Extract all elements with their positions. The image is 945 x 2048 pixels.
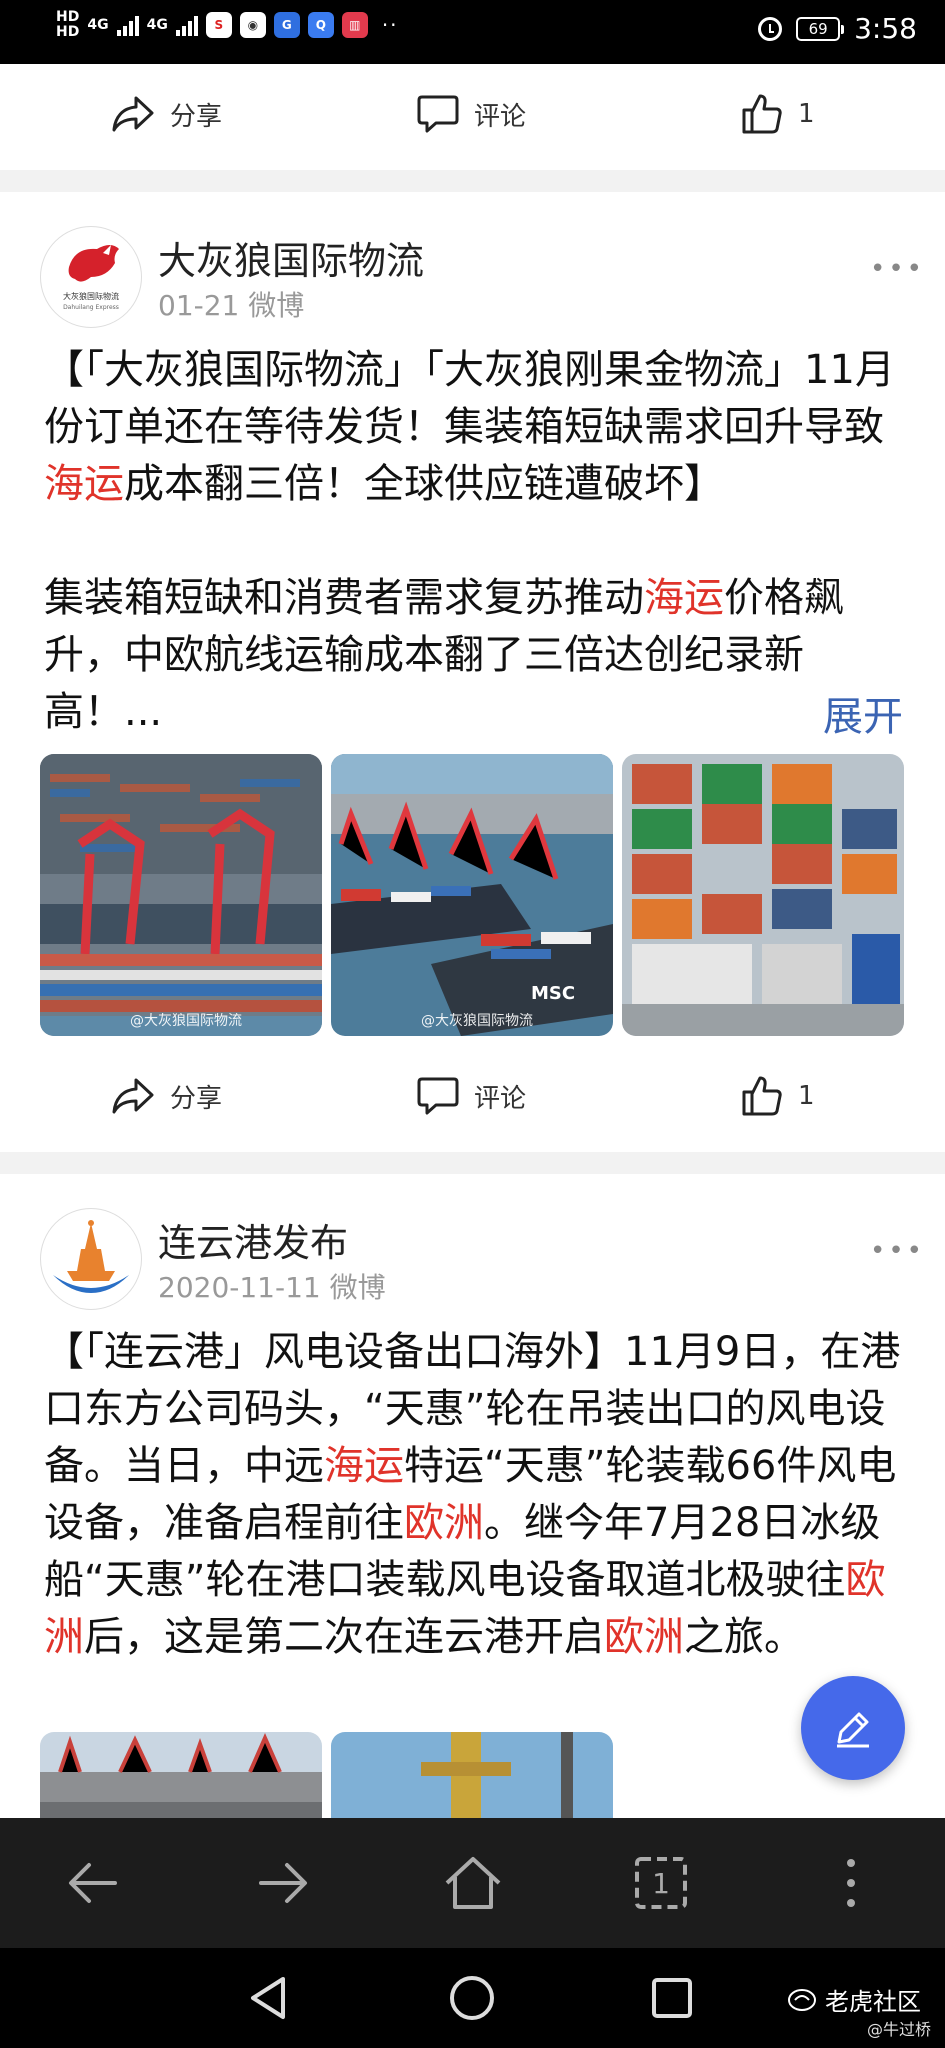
svg-text:MSC: MSC <box>531 983 575 1004</box>
text-segment: 之旅。 <box>684 1614 804 1660</box>
expand-link[interactable]: 展开 <box>823 684 903 742</box>
network-type-2: 4G <box>146 17 168 33</box>
menu-button[interactable] <box>816 1848 886 1918</box>
thumbs-up-icon <box>742 94 782 134</box>
post-image-2[interactable] <box>331 1732 613 1818</box>
highlight-keyword: 海运 <box>44 461 124 507</box>
post-date-source: 2020-11-11 微博 <box>158 1271 386 1304</box>
app-g-icon: G <box>273 12 300 38</box>
watermark-brand: 老虎社区 <box>825 1988 921 2016</box>
comment-button[interactable]: 评论 <box>416 64 526 164</box>
hd-indicator-bottom: HD <box>56 24 80 40</box>
image-watermark: @大灰狼国际物流 <box>421 1013 533 1029</box>
system-recents-button[interactable] <box>644 1970 700 2026</box>
home-icon <box>445 1857 501 1909</box>
like-count: 1 <box>798 1081 815 1111</box>
app-q-icon: Q <box>307 12 334 38</box>
post-image-1[interactable]: @大灰狼国际物流 <box>40 754 322 1036</box>
share-icon <box>112 1078 154 1114</box>
post-image-3[interactable] <box>622 754 904 1036</box>
comment-label: 评论 <box>474 1083 527 1114</box>
more-notifications: ·· <box>381 13 399 37</box>
share-label: 分享 <box>170 1083 223 1114</box>
tab-count: 1 <box>652 1866 670 1900</box>
text-segment: 后，这是第二次在连云港开启 <box>84 1614 604 1660</box>
svg-text:大灰狼国际物流: 大灰狼国际物流 <box>63 291 119 301</box>
highlight-keyword: 欧洲 <box>404 1500 484 1546</box>
tabs-button[interactable]: 1 <box>626 1848 696 1918</box>
wechat-app-icon: ◉ <box>239 12 266 38</box>
triangle-back-icon <box>251 1977 285 2019</box>
comment-icon <box>417 95 459 133</box>
hd-indicator-top: HD <box>56 9 80 25</box>
author-name[interactable]: 大灰狼国际物流 <box>158 230 424 285</box>
arrow-left-icon <box>69 1863 117 1903</box>
share-button[interactable]: 分享 <box>110 1046 222 1146</box>
more-options-button[interactable]: ••• <box>870 254 925 284</box>
highlight-keyword: 欧洲 <box>604 1614 684 1660</box>
text-segment: 【「大灰狼国际物流」「大灰狼刚果金物流」11月份订单还在等待发货！集装箱短缺需求… <box>44 347 895 450</box>
clock: 3:58 <box>854 12 917 45</box>
back-button[interactable] <box>58 1848 128 1918</box>
system-home-button[interactable] <box>444 1970 500 2026</box>
highlight-keyword: 海运 <box>324 1443 404 1489</box>
signal-icon-2 <box>175 14 198 36</box>
post-card: 大灰狼国际物流 Dahuilang Express 大灰狼国际物流 01-21 … <box>0 192 945 1152</box>
share-button[interactable]: 分享 <box>110 64 222 164</box>
alarm-icon <box>758 16 783 41</box>
browser-toolbar: 1 <box>0 1818 945 1948</box>
compose-button[interactable] <box>801 1676 905 1780</box>
share-label: 分享 <box>170 101 223 132</box>
lianyungang-logo-icon <box>43 1211 139 1307</box>
highlight-keyword: 海运 <box>644 575 724 621</box>
more-options-button[interactable]: ••• <box>870 1236 925 1266</box>
status-bar: HD HD 4G 4G S ◉ G Q ▥ ·· 69 3:58 <box>0 0 945 64</box>
tiger-logo-icon <box>788 1988 816 2011</box>
like-count: 1 <box>798 99 815 129</box>
post-image-1[interactable] <box>40 1732 322 1818</box>
arrow-right-icon <box>259 1863 307 1903</box>
battery-icon: 69 <box>796 16 845 41</box>
thumbs-up-icon <box>742 1076 782 1116</box>
svg-text:Dahuilang Express: Dahuilang Express <box>63 304 119 311</box>
comment-label: 评论 <box>474 101 527 132</box>
author-avatar[interactable]: 大灰狼国际物流 Dahuilang Express <box>40 226 142 328</box>
author-name[interactable]: 连云港发布 <box>158 1212 348 1267</box>
community-watermark: 老虎社区 <box>787 1982 921 2017</box>
comment-icon <box>417 1077 459 1115</box>
pencil-icon <box>837 1712 869 1748</box>
network-type-1: 4G <box>87 17 109 33</box>
weibo-app-icon: S <box>205 12 232 38</box>
post-body: 【「连云港」风电设备出口海外】11月9日，在港口东方公司码头，“天惠”轮在吊装出… <box>44 1324 904 1666</box>
share-icon <box>112 96 154 132</box>
signal-icon <box>116 14 139 36</box>
image-watermark: @大灰狼国际物流 <box>130 1013 242 1029</box>
wolf-logo-icon: 大灰狼国际物流 Dahuilang Express <box>63 245 119 311</box>
forward-button[interactable] <box>248 1848 318 1918</box>
post-title: 【「大灰狼国际物流」「大灰狼刚果金物流」11月份订单还在等待发货！集装箱短缺需求… <box>44 342 904 513</box>
text-segment: 成本翻三倍！全球供应链遭破坏】 <box>124 461 724 507</box>
square-recents-icon <box>652 1978 692 2018</box>
post-date-source: 01-21 微博 <box>158 289 305 322</box>
circle-home-icon <box>450 1976 494 2020</box>
post-body: 集装箱短缺和消费者需求复苏推动海运价格飙升，中欧航线运输成本翻了三倍达创纪录新高… <box>44 570 904 741</box>
like-button[interactable]: 1 <box>740 1046 815 1146</box>
more-vertical-icon <box>847 1859 855 1907</box>
text-segment: 集装箱短缺和消费者需求复苏推动 <box>44 575 644 621</box>
post-image-2[interactable]: MSC @大灰狼国际物流 <box>331 754 613 1036</box>
author-avatar[interactable] <box>40 1208 142 1310</box>
book-app-icon: ▥ <box>341 12 368 38</box>
home-button[interactable] <box>438 1848 508 1918</box>
watermark-handle: @牛过桥 <box>866 2020 931 2039</box>
previous-post-footer: 分享 评论 1 <box>0 64 945 170</box>
like-button[interactable]: 1 <box>740 64 815 164</box>
comment-button[interactable]: 评论 <box>416 1046 526 1146</box>
system-back-button[interactable] <box>240 1970 296 2026</box>
